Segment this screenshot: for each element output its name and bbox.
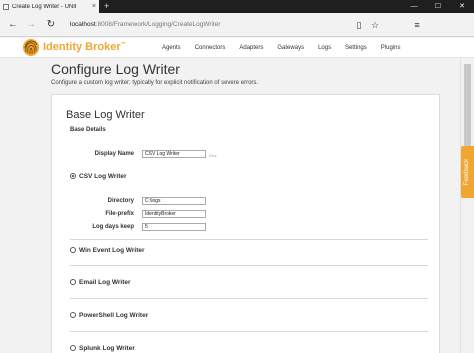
minimize-button[interactable]: — xyxy=(402,0,426,13)
radio-button-selected[interactable] xyxy=(70,173,76,179)
back-icon[interactable]: ← xyxy=(6,18,20,32)
nav-logs[interactable]: Logs xyxy=(318,38,331,58)
url-path: :8008/Framework/Logging/CreateLogWriter xyxy=(95,21,221,28)
url-host: localhost xyxy=(70,21,96,28)
reading-view-icon[interactable]: ▯ xyxy=(352,18,366,32)
tab-strip: Create Log Writer - UNII × + — ☐ ✕ xyxy=(0,0,474,13)
hub-icon[interactable]: ≡ xyxy=(410,18,424,32)
writer-label: Email Log Writer xyxy=(79,278,131,286)
writer-label: Splunk Log Writer xyxy=(79,344,135,352)
radio-button[interactable] xyxy=(70,345,76,351)
address-bar: ← → ↻ localhost:8008/Framework/Logging/C… xyxy=(0,13,474,37)
radio-powershell-log-writer[interactable]: PowerShell Log Writer xyxy=(70,310,148,320)
app-header: Identity Broker™ Agents Connectors Adapt… xyxy=(0,38,474,58)
maximize-button[interactable]: ☐ xyxy=(426,0,450,13)
radio-button[interactable] xyxy=(70,247,76,253)
radio-button[interactable] xyxy=(70,312,76,318)
nav-plugins[interactable]: Plugins xyxy=(381,38,401,58)
browser-window: Create Log Writer - UNII × + — ☐ ✕ ← → ↻… xyxy=(0,0,474,353)
writer-label: Win Event Log Writer xyxy=(79,246,145,254)
display-name-field[interactable] xyxy=(142,150,206,158)
divider xyxy=(70,265,428,266)
page-content: Configure Log Writer Configure a custom … xyxy=(0,58,460,353)
log-writer-card: Base Log Writer Base Details Display Nam… xyxy=(51,94,440,353)
tab-title: Create Log Writer - UNII xyxy=(12,3,77,10)
page-subtitle: Configure a custom log writer; typically… xyxy=(51,80,259,86)
log-days-keep-field[interactable] xyxy=(142,223,206,231)
file-prefix-field[interactable] xyxy=(142,210,206,218)
nav-connectors[interactable]: Connectors xyxy=(195,38,226,58)
vertical-scrollbar[interactable] xyxy=(460,58,474,353)
feedback-label: Feedback xyxy=(464,158,470,186)
radio-email-log-writer[interactable]: Email Log Writer xyxy=(70,277,131,287)
main-nav: Agents Connectors Adapters Gateways Logs… xyxy=(162,38,414,58)
trademark: ™ xyxy=(120,41,126,48)
browser-tab[interactable]: Create Log Writer - UNII × xyxy=(0,0,99,13)
radio-splunk-log-writer[interactable]: Splunk Log Writer xyxy=(70,343,135,353)
nav-agents[interactable]: Agents xyxy=(162,38,181,58)
nav-settings[interactable]: Settings xyxy=(345,38,367,58)
directory-field[interactable] xyxy=(142,197,206,205)
writer-label: PowerShell Log Writer xyxy=(79,311,149,319)
section-base-details: Base Details xyxy=(70,127,106,133)
close-window-button[interactable]: ✕ xyxy=(450,0,474,13)
page-icon xyxy=(3,3,9,10)
nav-adapters[interactable]: Adapters xyxy=(239,38,263,58)
close-tab-icon[interactable]: × xyxy=(92,2,96,11)
nav-gateways[interactable]: Gateways xyxy=(277,38,304,58)
divider xyxy=(70,239,428,240)
writer-label: CSV Log Writer xyxy=(79,172,127,180)
radio-csv-log-writer[interactable]: CSV Log Writer xyxy=(70,171,127,181)
fingerprint-icon xyxy=(23,39,39,56)
display-name-label: Display Name xyxy=(94,151,134,157)
radio-button[interactable] xyxy=(70,279,76,285)
brand-logo[interactable]: Identity Broker™ xyxy=(23,39,133,57)
favorite-star-icon[interactable]: ☆ xyxy=(368,18,382,32)
url-field[interactable]: localhost:8008/Framework/Logging/CreateL… xyxy=(70,18,360,32)
card-title: Base Log Writer xyxy=(66,109,145,121)
new-tab-button[interactable]: + xyxy=(104,1,109,12)
required-hint: Req. xyxy=(209,153,218,158)
divider xyxy=(70,331,428,332)
log-days-keep-label: Log days keep xyxy=(92,224,134,230)
divider xyxy=(70,298,428,299)
page-title: Configure Log Writer xyxy=(51,61,180,77)
forward-icon[interactable]: → xyxy=(24,18,38,32)
radio-win-event-log-writer[interactable]: Win Event Log Writer xyxy=(70,245,145,255)
file-prefix-label: File-prefix xyxy=(105,211,134,217)
refresh-icon[interactable]: ↻ xyxy=(44,18,58,32)
brand-text: Identity Broker xyxy=(43,41,121,53)
brand-name: Identity Broker™ xyxy=(43,41,126,53)
feedback-tab[interactable]: Feedback xyxy=(461,146,474,198)
directory-label: Directory xyxy=(107,198,134,204)
